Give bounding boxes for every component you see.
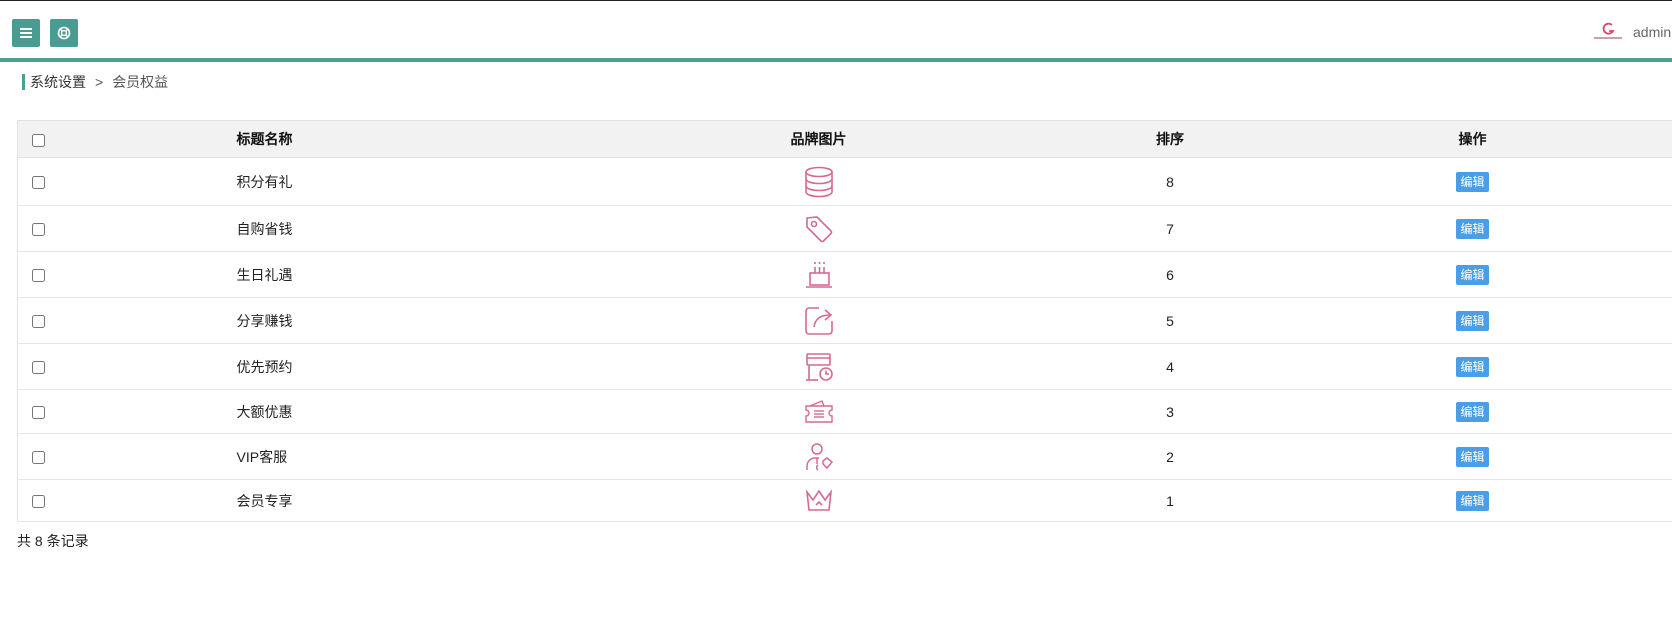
breadcrumb-parent[interactable]: 系统设置 — [30, 74, 86, 90]
breadcrumb-current: 会员权益 — [112, 74, 169, 90]
table-row: 分享赚钱 5 编辑 — [17, 297, 1672, 344]
table-row: 优先预约 4 编辑 — [17, 343, 1672, 390]
edit-button[interactable]: 编辑 — [1456, 490, 1489, 511]
select-all-checkbox[interactable] — [32, 133, 46, 147]
row-checkbox[interactable] — [32, 495, 46, 509]
breadcrumb: 系统设置 > 会员权益 — [22, 74, 168, 90]
benefits-table: 标题名称 品牌图片 排序 操作 积分有礼 8 编辑 自购省钱 7 编辑 生日礼遇… — [17, 120, 1672, 522]
edit-button[interactable]: 编辑 — [1456, 356, 1489, 377]
row-sort: 2 — [947, 433, 1263, 480]
row-sort: 3 — [947, 389, 1263, 434]
row-checkbox[interactable] — [32, 315, 46, 329]
price-tag-icon — [805, 215, 832, 242]
row-sort: 6 — [947, 251, 1263, 298]
row-title: 分享赚钱 — [57, 297, 588, 344]
top-navbar: admin — [0, 0, 1672, 62]
customer-service-icon — [805, 442, 833, 471]
row-checkbox[interactable] — [32, 451, 46, 465]
row-checkbox[interactable] — [32, 176, 46, 190]
brand-logo — [1592, 21, 1624, 43]
birthday-cake-icon — [805, 261, 832, 288]
help-button[interactable] — [50, 19, 78, 47]
row-sort: 5 — [947, 297, 1263, 344]
select-all-cell — [17, 120, 58, 158]
header-image: 品牌图片 — [587, 120, 948, 158]
row-title: 大额优惠 — [57, 389, 588, 434]
table-row: 积分有礼 8 编辑 — [17, 157, 1672, 206]
row-checkbox[interactable] — [32, 361, 46, 375]
table-row: 大额优惠 3 编辑 — [17, 389, 1672, 434]
coupon-ticket-icon — [804, 399, 833, 423]
table-row: 生日礼遇 6 编辑 — [17, 251, 1672, 298]
database-coins-icon — [804, 166, 833, 197]
edit-button[interactable]: 编辑 — [1456, 218, 1489, 239]
edit-button[interactable]: 编辑 — [1456, 171, 1489, 192]
row-sort: 4 — [947, 343, 1263, 390]
row-checkbox[interactable] — [32, 406, 46, 420]
menu-toggle-button[interactable] — [12, 19, 40, 47]
row-title: 生日礼遇 — [57, 251, 588, 298]
edit-button[interactable]: 编辑 — [1456, 446, 1489, 467]
row-title: VIP客服 — [57, 433, 588, 480]
edit-button[interactable]: 编辑 — [1456, 401, 1489, 422]
calendar-clock-icon — [805, 352, 833, 381]
row-title: 积分有礼 — [57, 157, 588, 206]
table-header-row: 标题名称 品牌图片 排序 操作 — [17, 120, 1672, 158]
edit-button[interactable]: 编辑 — [1456, 264, 1489, 285]
row-sort: 8 — [947, 157, 1263, 206]
hamburger-menu-icon — [20, 28, 32, 38]
table-row: VIP客服 2 编辑 — [17, 433, 1672, 480]
lifebuoy-icon — [57, 26, 71, 40]
edit-button[interactable]: 编辑 — [1456, 310, 1489, 331]
row-checkbox[interactable] — [32, 223, 46, 237]
row-title: 优先预约 — [57, 343, 588, 390]
row-sort: 7 — [947, 205, 1263, 252]
user-name[interactable]: admin — [1633, 24, 1671, 40]
table-row: 自购省钱 7 编辑 — [17, 205, 1672, 252]
header-sort: 排序 — [947, 120, 1263, 158]
header-title: 标题名称 — [57, 120, 588, 158]
row-title: 自购省钱 — [57, 205, 588, 252]
table-row: 会员专享 1 编辑 — [17, 479, 1672, 522]
header-action: 操作 — [1262, 120, 1672, 158]
breadcrumb-separator: > — [95, 74, 104, 90]
row-checkbox[interactable] — [32, 269, 46, 283]
crown-icon — [805, 488, 832, 511]
row-sort: 1 — [947, 479, 1263, 522]
row-title: 会员专享 — [57, 479, 588, 522]
share-arrow-icon — [804, 306, 833, 335]
record-count: 共 8 条记录 — [17, 533, 89, 549]
